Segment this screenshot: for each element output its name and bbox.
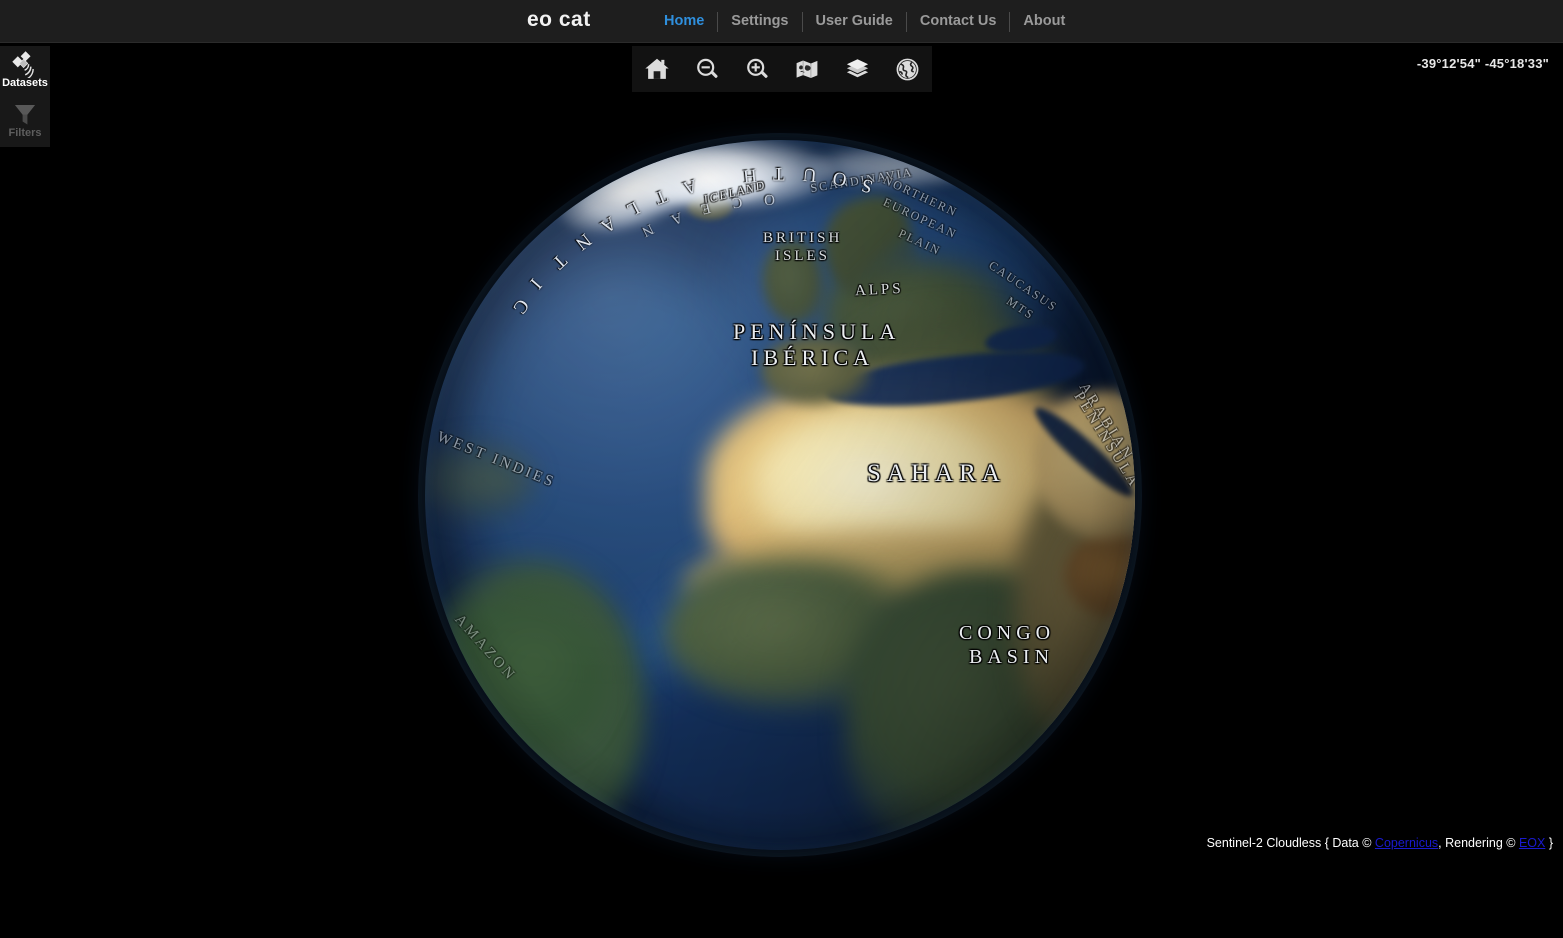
app-logo[interactable]: eo cat — [527, 8, 591, 32]
globe-sphere[interactable]: ICELAND SCANDINAVIA NORTHERN EUROPEAN PL… — [425, 140, 1135, 850]
coordinate-readout: -39°12'54" -45°18'33" — [1416, 56, 1549, 71]
globe-map-canvas[interactable]: ICELAND SCANDINAVIA NORTHERN EUROPEAN PL… — [0, 43, 1563, 938]
attribution-link-eox[interactable]: EOX — [1519, 836, 1545, 850]
map-icon — [794, 56, 820, 82]
map-button[interactable] — [789, 51, 825, 87]
zoom-in-button[interactable] — [739, 51, 775, 87]
funnel-icon — [11, 100, 39, 128]
main-navigation: Home Settings User Guide Contact Us Abou… — [651, 0, 1078, 43]
map-toolbar — [632, 46, 932, 92]
home-button[interactable] — [639, 51, 675, 87]
sidebar-item-datasets[interactable]: Datasets — [0, 46, 50, 96]
sidebar-item-datasets-label: Datasets — [2, 77, 48, 89]
attribution-middle: , Rendering © — [1438, 836, 1519, 850]
attribution-link-copernicus[interactable]: Copernicus — [1375, 836, 1438, 850]
layers-button[interactable] — [839, 51, 875, 87]
zoom-in-icon — [744, 56, 771, 83]
cloud-band — [805, 144, 995, 188]
app-header: eo cat Home Settings User Guide Contact … — [0, 0, 1563, 43]
sidebar-item-filters[interactable]: Filters — [0, 96, 50, 146]
zoom-out-icon — [694, 56, 721, 83]
sidebar-item-filters-label: Filters — [8, 127, 42, 139]
attribution-suffix: } — [1545, 836, 1553, 850]
geo-label-char: I — [526, 273, 546, 293]
map-attribution: Sentinel-2 Cloudless { Data © Copernicus… — [1207, 836, 1553, 850]
nav-item-home[interactable]: Home — [651, 0, 717, 43]
left-tool-sidebar: Datasets Filters — [0, 46, 50, 147]
globe-container[interactable]: ICELAND SCANDINAVIA NORTHERN EUROPEAN PL… — [425, 140, 1135, 850]
nav-item-contact-us[interactable]: Contact Us — [907, 0, 1010, 43]
nav-item-settings[interactable]: Settings — [718, 0, 801, 43]
nav-item-about[interactable]: About — [1010, 0, 1078, 43]
greenland-ice — [547, 140, 713, 250]
landmass-amazon — [435, 590, 605, 760]
globe-icon — [894, 56, 921, 83]
zoom-out-button[interactable] — [689, 51, 725, 87]
nav-item-user-guide[interactable]: User Guide — [803, 0, 906, 43]
home-icon — [643, 55, 671, 83]
landmass-iberia — [761, 336, 871, 406]
app-root: eo cat Home Settings User Guide Contact … — [0, 0, 1563, 938]
attribution-prefix: Sentinel-2 Cloudless { Data © — [1206, 836, 1375, 850]
globe-button[interactable] — [889, 51, 925, 87]
geo-label-char: T — [548, 249, 572, 273]
layers-icon — [844, 56, 871, 83]
satellite-icon — [11, 50, 39, 81]
